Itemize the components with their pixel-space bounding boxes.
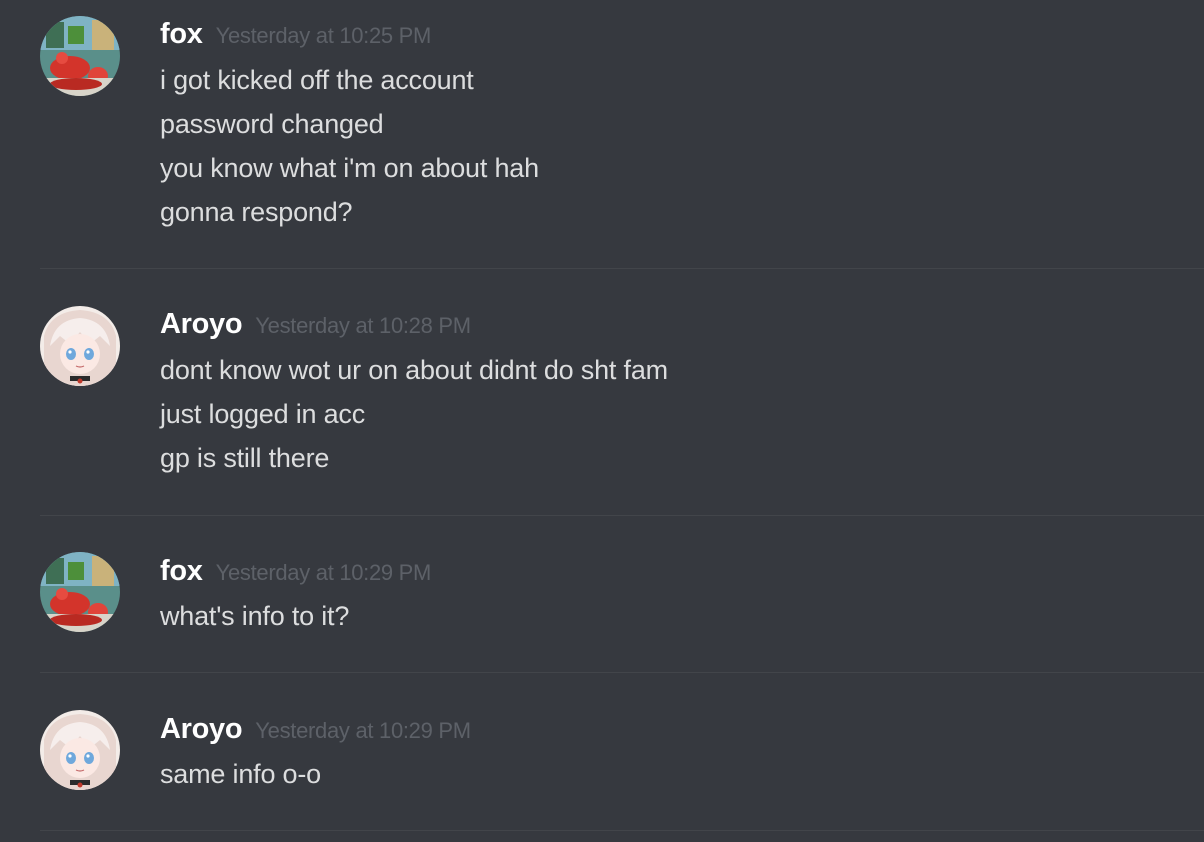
timestamp: Yesterday at 10:29 PM [255,718,471,743]
username[interactable]: fox [160,555,203,588]
timestamp: Yesterday at 10:25 PM [215,23,432,48]
aroyo-avatar-icon[interactable] [40,306,120,386]
username[interactable]: Aroyo [160,713,243,746]
message-header: Aroyo Yesterday at 10:29 PM [160,713,471,749]
message-text: just logged in acc [160,399,366,429]
fox-avatar-icon[interactable] [40,552,120,632]
message-text: i got kicked off the account [160,65,474,95]
message-text: gp is still there [160,443,330,473]
message-divider [40,830,1204,831]
message-header: Aroyo Yesterday at 10:28 PM [160,308,471,344]
message-text: dont know wot ur on about didnt do sht f… [160,355,668,385]
timestamp: Yesterday at 10:28 PM [255,313,471,338]
username[interactable]: Aroyo [160,308,243,341]
chat-messages: fox Yesterday at 10:25 PM i got kicked o… [0,0,1204,842]
fox-avatar-icon[interactable] [40,16,120,96]
username[interactable]: fox [160,18,203,51]
message-text: password changed [160,109,384,139]
aroyo-avatar-icon[interactable] [40,710,120,790]
message-divider [40,672,1204,673]
message-text: gonna respond? [160,197,353,227]
message-text: you know what i'm on about hah [160,153,539,183]
timestamp: Yesterday at 10:29 PM [215,560,432,585]
message-header: fox Yesterday at 10:25 PM [160,18,431,54]
message-header: fox Yesterday at 10:29 PM [160,555,431,591]
message-divider [40,268,1204,269]
message-divider [40,515,1204,516]
message-text: same info o-o [160,759,321,789]
message-text: what's info to it? [160,601,350,631]
